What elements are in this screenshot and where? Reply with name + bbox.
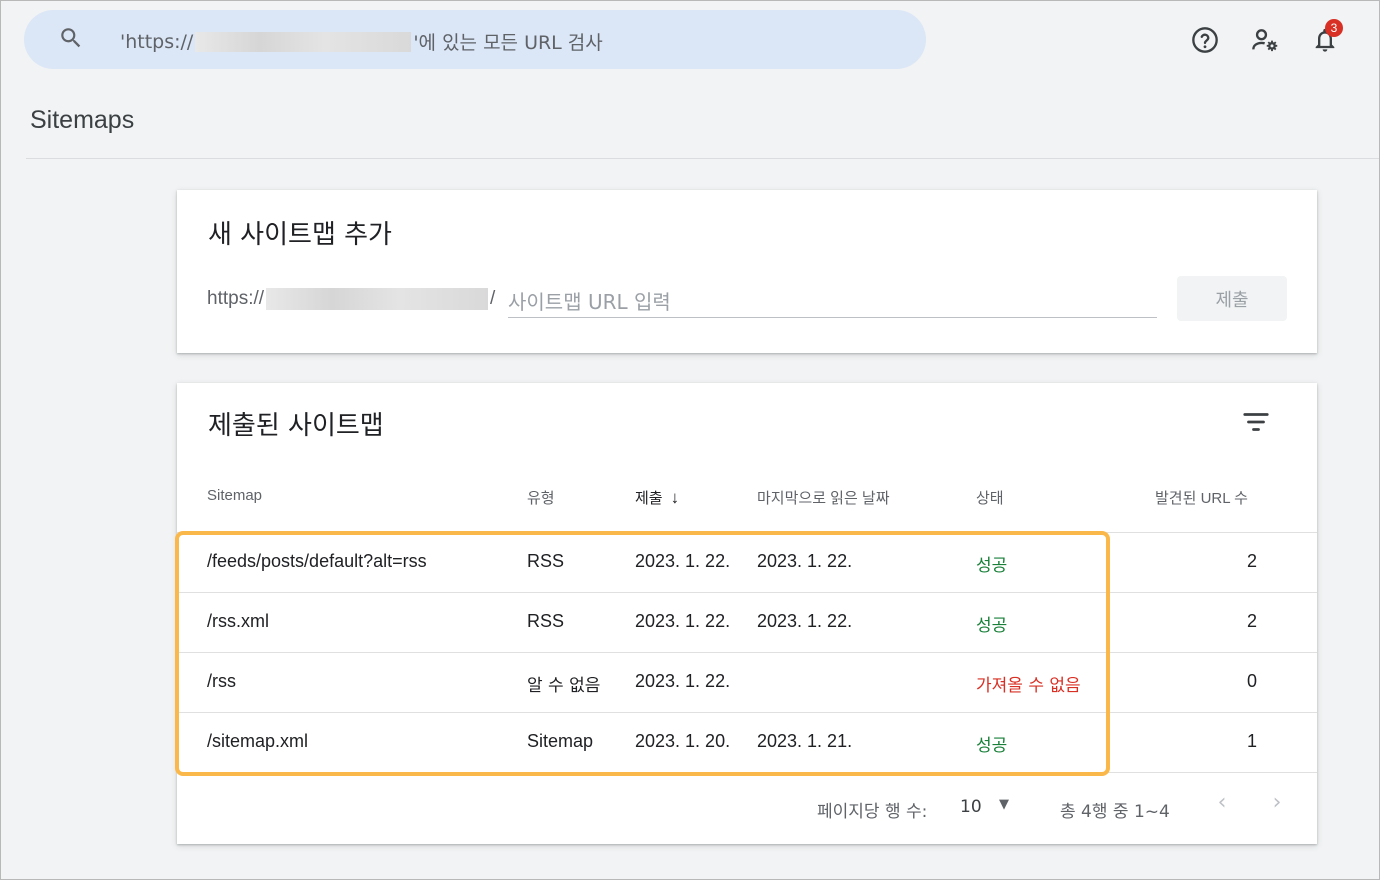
column-header-found-urls[interactable]: 발견된 URL 수 [1155, 487, 1248, 508]
column-header-submitted[interactable]: 제출 ↓ [635, 487, 679, 508]
sitemap-url-prefix: https:// / [207, 288, 495, 310]
cell-submitted: 2023. 1. 22. [635, 671, 731, 691]
column-label: 발견된 URL 수 [1155, 490, 1248, 507]
cell-status: 성공 [976, 556, 1008, 576]
rows-per-page-label: 페이지당 행 수: [817, 802, 928, 822]
page-title: Sitemaps [30, 106, 135, 134]
cell-type: RSS [527, 611, 565, 631]
cell-status: 가져올 수 없음 [976, 676, 1081, 696]
submitted-sitemaps-title: 제출된 사이트맵 [208, 411, 384, 441]
column-header-type[interactable]: 유형 [527, 487, 555, 508]
column-header-sitemap[interactable]: Sitemap [207, 487, 262, 504]
column-label: 유형 [527, 490, 555, 507]
notification-badge: 3 [1325, 19, 1343, 37]
cell-sitemap: /rss [207, 671, 236, 691]
pagination: 페이지당 행 수: 10 ▼ 총 4행 중 1~4 ‹ › [177, 792, 1317, 823]
url-inspection-search[interactable]: 'https:// '에 있는 모든 URL 검사 [24, 10, 926, 69]
cell-sitemap: /feeds/posts/default?alt=rss [207, 551, 427, 571]
sort-arrow-down-icon: ↓ [670, 488, 680, 507]
column-header-last-read[interactable]: 마지막으로 읽은 날짜 [757, 487, 890, 508]
cell-type: RSS [527, 551, 565, 571]
table-row[interactable]: /rss 알 수 없음 2023. 1. 22. 가져올 수 없음 0 [177, 653, 1317, 713]
table-row[interactable]: /rss.xml RSS 2023. 1. 22. 2023. 1. 22. 성… [177, 593, 1317, 653]
cell-sitemap: /rss.xml [207, 611, 269, 631]
page-range-label: 총 4행 중 1~4 [1060, 802, 1170, 822]
cell-found-urls: 2 [1246, 611, 1257, 631]
add-sitemap-title: 새 사이트맵 추가 [208, 220, 392, 250]
dropdown-icon[interactable]: ▼ [999, 797, 1009, 812]
submit-button[interactable]: 제출 [1177, 276, 1287, 321]
column-label: 제출 [635, 490, 663, 507]
sitemap-url-input[interactable] [508, 286, 1157, 318]
cell-last-read: 2023. 1. 22. [757, 611, 853, 631]
add-sitemap-card: 새 사이트맵 추가 https:// / 제출 [177, 190, 1317, 353]
cell-status: 성공 [976, 616, 1008, 636]
table-row[interactable]: /sitemap.xml Sitemap 2023. 1. 20. 2023. … [177, 713, 1317, 773]
url-prefix-slash: / [490, 288, 496, 309]
rows-per-page-select[interactable]: 10 [960, 797, 982, 817]
cell-submitted: 2023. 1. 22. [635, 611, 731, 631]
filter-icon[interactable] [1241, 407, 1271, 437]
cell-last-read: 2023. 1. 21. [757, 731, 853, 751]
cell-last-read: 2023. 1. 22. [757, 551, 853, 571]
column-label: 마지막으로 읽은 날짜 [757, 490, 890, 507]
top-bar: 'https:// '에 있는 모든 URL 검사 3 [0, 0, 1380, 80]
search-icon [61, 28, 81, 48]
column-header-status[interactable]: 상태 [976, 487, 1004, 508]
cell-found-urls: 0 [1246, 671, 1257, 691]
header-divider [26, 158, 1380, 159]
cell-type: 알 수 없음 [527, 676, 601, 696]
search-query-text: 'https:// '에 있는 모든 URL 검사 [120, 28, 603, 55]
manage-users-icon[interactable] [1251, 26, 1279, 54]
column-label: 상태 [976, 490, 1004, 507]
url-prefix-scheme: https:// [207, 288, 265, 309]
search-prefix: 'https:// [120, 30, 194, 53]
search-suffix: '에 있는 모든 URL 검사 [413, 32, 603, 54]
table-row[interactable]: /feeds/posts/default?alt=rss RSS 2023. 1… [177, 533, 1317, 593]
redacted-domain [266, 288, 489, 310]
table-header: Sitemap 유형 제출 ↓ 마지막으로 읽은 날짜 상태 발견된 URL 수 [177, 479, 1317, 533]
cell-status: 성공 [976, 736, 1008, 756]
help-icon[interactable] [1191, 26, 1219, 54]
cell-type: Sitemap [527, 731, 594, 751]
cell-found-urls: 2 [1246, 551, 1257, 571]
redacted-domain [195, 31, 412, 52]
cell-submitted: 2023. 1. 22. [635, 551, 731, 571]
cell-sitemap: /sitemap.xml [207, 731, 309, 751]
column-label: Sitemap [207, 487, 263, 504]
submitted-sitemaps-card: 제출된 사이트맵 Sitemap 유형 제출 ↓ 마지막으로 읽은 날짜 상태 발… [177, 383, 1317, 844]
cell-submitted: 2023. 1. 20. [635, 731, 731, 751]
prev-page-icon[interactable]: ‹ [1210, 792, 1234, 817]
next-page-icon[interactable]: › [1265, 792, 1289, 817]
cell-found-urls: 1 [1246, 731, 1257, 751]
